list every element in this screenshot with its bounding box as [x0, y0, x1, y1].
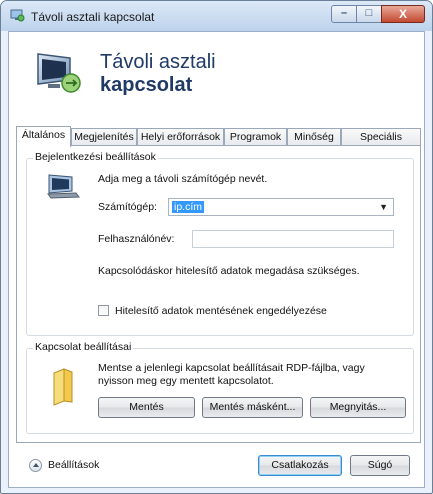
settings-desc-line1: Mentse a jelenlegi kapcsolat beállításai… [98, 362, 365, 374]
tab-programs[interactable]: Programok [224, 128, 287, 146]
options-link[interactable]: Beállítások [48, 459, 99, 471]
computer-label: Számítógép: [98, 201, 157, 213]
dropdown-arrow-icon[interactable]: ▼ [379, 202, 388, 212]
close-button[interactable]: X [381, 5, 425, 23]
header-title-line1: Távoli asztali [100, 51, 216, 73]
save-credentials-label[interactable]: Hitelesítő adatok mentésének engedélyezé… [115, 305, 327, 317]
folder-icon [53, 368, 73, 406]
open-button[interactable]: Megnyitás... [310, 397, 406, 418]
computer-label-text: Számítógép: [98, 201, 157, 213]
options-toggle-icon[interactable] [29, 459, 42, 472]
tab-display[interactable]: Megjelenítés [71, 128, 137, 146]
connection-settings-group [26, 348, 414, 434]
computer-combobox[interactable]: ip.cím ▼ [168, 198, 394, 216]
tab-experience[interactable]: Minőség [287, 128, 341, 146]
tab-label: Általános [21, 129, 66, 141]
tab-advanced[interactable]: Speciális [341, 128, 421, 146]
tab-label: Speciális [359, 131, 403, 143]
save-as-button-label: Mentés másként... [209, 401, 296, 413]
help-button[interactable]: Súgó [350, 455, 410, 476]
settings-desc-line2: nyisson meg egy mentett kapcsolatot. [98, 375, 274, 387]
connection-settings-title: Kapcsolat beállításai [33, 341, 134, 353]
maximize-button[interactable]: □ [356, 5, 382, 23]
tab-label: Programok [229, 131, 282, 143]
save-button[interactable]: Mentés [98, 397, 195, 418]
title-bar[interactable]: Távoli asztali kapcsolat – □ X [1, 1, 432, 31]
credentials-note: Kapcsolódáskor hitelesítő adatok megadás… [98, 265, 360, 277]
tab-label: Minőség [294, 131, 334, 143]
remote-desktop-logo-icon [37, 53, 81, 93]
computer-value: ip.cím [172, 201, 205, 213]
connect-button[interactable]: Csatlakozás [258, 455, 342, 476]
tab-general[interactable]: Általános [16, 126, 71, 147]
save-credentials-checkbox[interactable] [98, 305, 109, 316]
window-title: Távoli asztali kapcsolat [31, 10, 155, 24]
save-button-label: Mentés [129, 401, 164, 413]
minimize-button[interactable]: – [331, 5, 357, 23]
username-field[interactable] [192, 230, 394, 248]
tab-label: Helyi erőforrások [140, 131, 221, 143]
open-button-label: Megnyitás... [329, 401, 387, 413]
computer-icon [47, 174, 80, 199]
connect-button-label: Csatlakozás [271, 459, 329, 471]
login-settings-title: Bejelentkezési beállítások [33, 151, 158, 163]
rdp-window: Távoli asztali kapcsolat – □ X Távoli as… [0, 0, 433, 494]
close-icon: X [398, 7, 407, 21]
username-label: Felhasználónév: [98, 233, 175, 245]
save-as-button[interactable]: Mentés másként... [202, 397, 303, 418]
maximize-icon: □ [365, 7, 373, 19]
tab-local-resources[interactable]: Helyi erőforrások [137, 128, 224, 146]
remote-desktop-icon [10, 9, 25, 22]
computer-prompt: Adja meg a távoli számítógép nevét. [98, 173, 268, 185]
header-title-line2: kapcsolat [100, 74, 193, 96]
minimize-icon: – [340, 7, 348, 19]
help-button-label: Súgó [367, 459, 393, 471]
tab-label: Megjelenítés [74, 131, 134, 143]
